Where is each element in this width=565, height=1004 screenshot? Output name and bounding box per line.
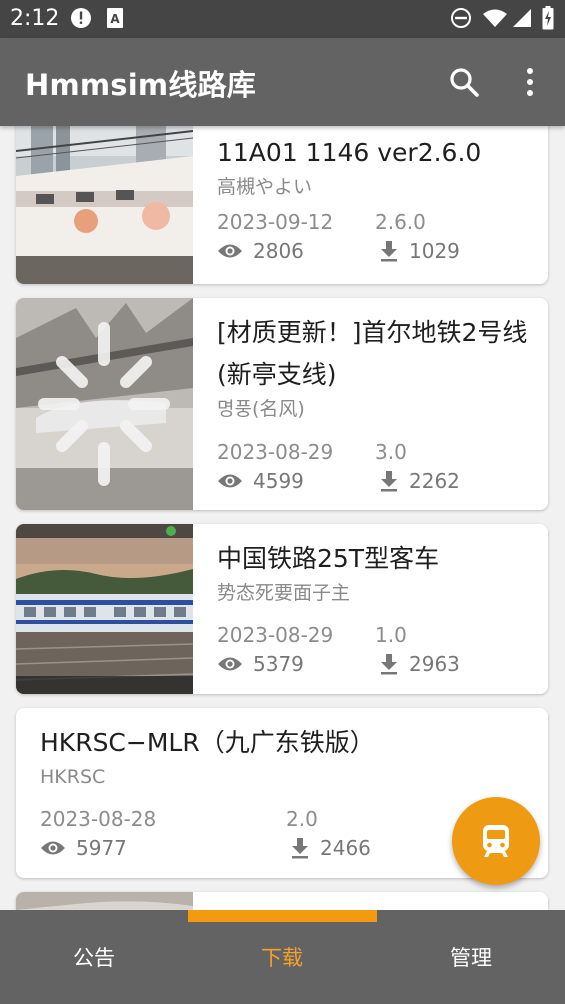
- views-count: 5977: [40, 836, 127, 860]
- eye-icon: [41, 841, 65, 855]
- tab-label: 管理: [450, 946, 492, 970]
- views-count: 4599: [217, 469, 304, 493]
- route-card[interactable]: 11A01 1146 ver2.6.0 高槻やよい 2023-09-12 2.6…: [16, 126, 548, 284]
- route-version: 1.0: [375, 623, 407, 647]
- downloads-value: 1029: [409, 239, 460, 263]
- downloads-value: 2963: [409, 652, 460, 676]
- downloads-value: 2466: [320, 836, 371, 860]
- eye-icon: [218, 657, 242, 671]
- search-icon: [450, 68, 479, 97]
- route-card[interactable]: [16, 892, 548, 910]
- route-date: 2023-09-12: [217, 210, 334, 234]
- train-icon: [483, 825, 509, 857]
- sim-a-icon: A: [106, 7, 124, 33]
- route-author: 势态死要面子主: [217, 582, 351, 604]
- download-icon: [292, 838, 308, 859]
- route-version: 3.0: [375, 440, 407, 464]
- route-title: 中国铁路25T型客车: [217, 544, 440, 573]
- app-title: Hmmsim线路库: [25, 68, 256, 102]
- route-title: 11A01 1146 ver2.6.0: [217, 138, 482, 167]
- route-title: HKRSC−MLR（九广东铁版）: [40, 728, 375, 757]
- signal-icon: [512, 8, 532, 32]
- search-button[interactable]: [444, 62, 484, 102]
- eye-icon: [218, 474, 242, 488]
- downloads-count: 2262: [379, 469, 460, 493]
- route-version: 2.0: [286, 807, 318, 831]
- downloads-value: 2262: [409, 469, 460, 493]
- svg-text:A: A: [110, 12, 120, 26]
- download-icon: [381, 471, 397, 492]
- status-bar: 2:12 A: [0, 0, 565, 38]
- route-thumbnail: [16, 524, 193, 694]
- route-thumbnail: [16, 126, 193, 284]
- views-count: 2806: [217, 239, 304, 263]
- views-value: 5977: [76, 836, 127, 860]
- route-author: 高槻やよい: [217, 176, 313, 198]
- route-card[interactable]: [材质更新！]首尔地铁2号线(新亭支线) 명풍(名风) 2023-08-29 3…: [16, 298, 548, 510]
- wifi-icon: [482, 8, 508, 32]
- more-vert-icon: [527, 68, 533, 96]
- views-value: 4599: [253, 469, 304, 493]
- download-icon: [381, 241, 397, 262]
- route-author: HKRSC: [40, 766, 106, 788]
- tab-label: 下载: [261, 946, 303, 970]
- route-date: 2023-08-28: [40, 807, 157, 831]
- views-value: 2806: [253, 239, 304, 263]
- alert-icon: [70, 7, 92, 33]
- battery-charging-icon: [542, 6, 554, 34]
- tab-label: 公告: [73, 946, 115, 970]
- tab-announcements[interactable]: 公告: [0, 910, 188, 1004]
- bottom-navigation: 公告 下载 管理: [0, 910, 565, 1004]
- route-thumbnail: [16, 298, 193, 510]
- downloads-count: 2963: [379, 652, 460, 676]
- app-bar: Hmmsim线路库: [0, 38, 565, 126]
- route-version: 2.6.0: [375, 210, 426, 234]
- downloads-count: 1029: [379, 239, 460, 263]
- tab-manage[interactable]: 管理: [377, 910, 565, 1004]
- more-options-button[interactable]: [510, 62, 550, 102]
- views-count: 5379: [217, 652, 304, 676]
- route-title: [材质更新！]首尔地铁2号线(新亭支线): [217, 318, 528, 389]
- status-time: 2:12: [10, 6, 60, 31]
- eye-icon: [218, 244, 242, 258]
- train-fab-button[interactable]: [452, 797, 540, 885]
- route-date: 2023-08-29: [217, 440, 334, 464]
- route-list[interactable]: 11A01 1146 ver2.6.0 高槻やよい 2023-09-12 2.6…: [0, 126, 565, 910]
- route-card[interactable]: 中国铁路25T型客车 势态死要面子主 2023-08-29 1.0 5379 2…: [16, 524, 548, 694]
- route-thumbnail: [16, 892, 193, 910]
- downloads-count: 2466: [290, 836, 371, 860]
- views-value: 5379: [253, 652, 304, 676]
- download-icon: [381, 654, 397, 675]
- route-date: 2023-08-29: [217, 623, 334, 647]
- route-author: 명풍(名风): [217, 398, 305, 420]
- do-not-disturb-icon: [450, 7, 472, 33]
- tab-downloads[interactable]: 下载: [188, 910, 376, 1004]
